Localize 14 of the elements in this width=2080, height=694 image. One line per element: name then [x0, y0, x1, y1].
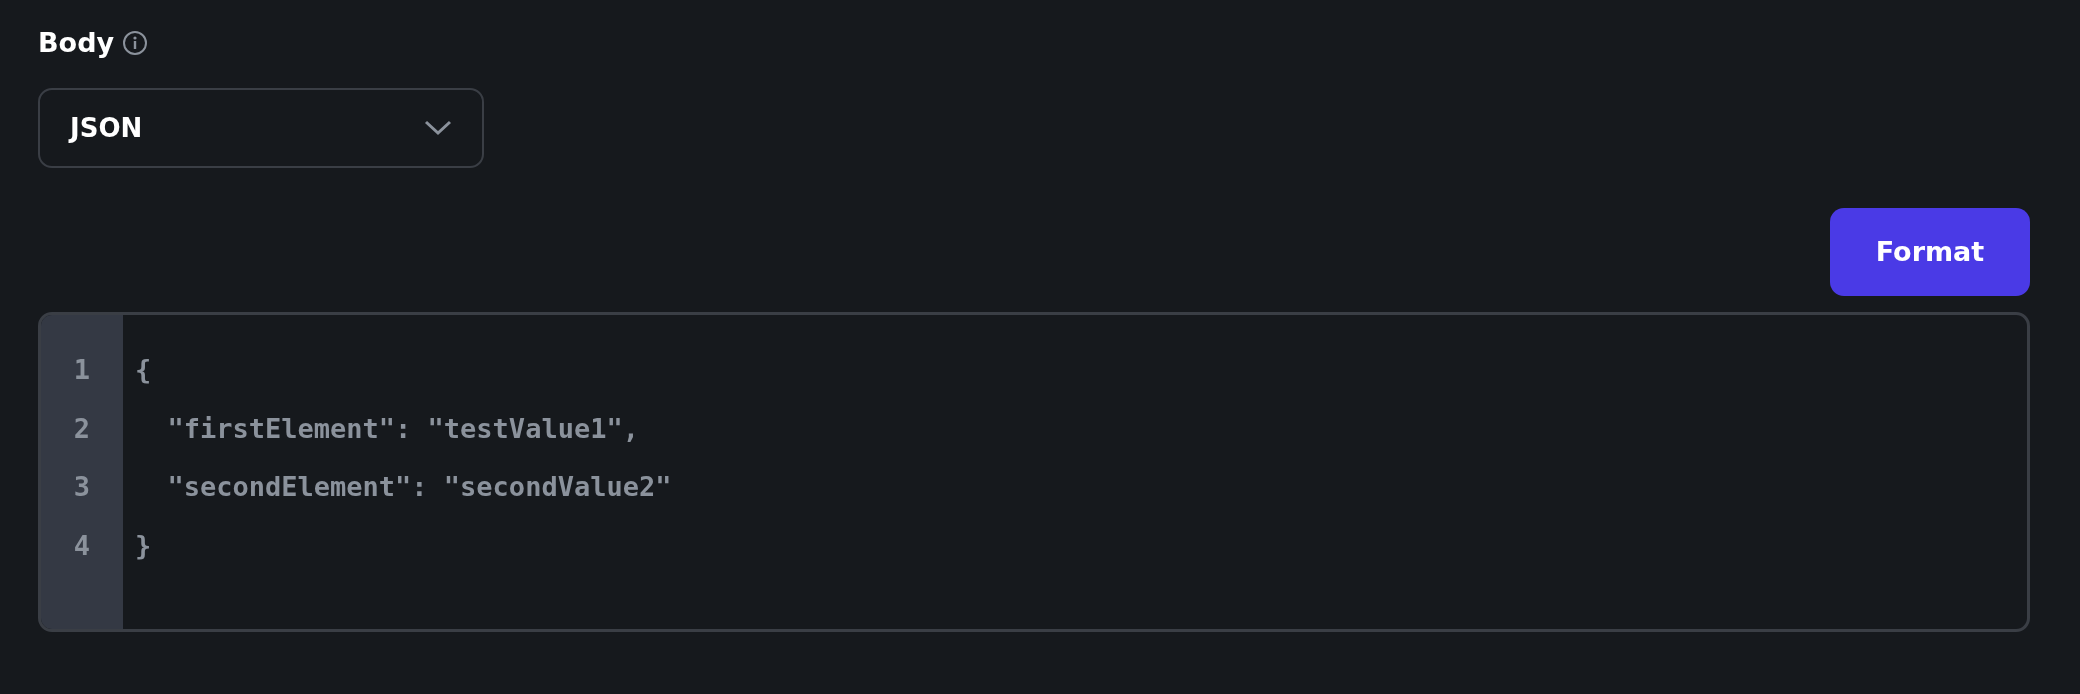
code-editor[interactable]: 1 2 3 4 { "firstElement": "testValue1", "secondElement": "secondValue2" } [38, 312, 2030, 632]
code-line: "firstElement": "testValue1", [166, 412, 639, 444]
code-line: { [135, 354, 152, 385]
info-icon[interactable] [122, 30, 149, 56]
chevron-down-icon [424, 120, 452, 136]
body-type-dropdown[interactable]: JSON [38, 88, 484, 168]
line-number: 2 [73, 412, 91, 444]
line-number: 4 [73, 529, 91, 561]
code-line: "secondElement": "secondValue2" [166, 471, 672, 503]
format-button[interactable]: Format [1830, 208, 2030, 296]
line-number: 1 [73, 354, 91, 385]
line-number: 3 [73, 471, 91, 503]
section-title: Body [38, 25, 115, 60]
code-line: } [135, 529, 152, 561]
